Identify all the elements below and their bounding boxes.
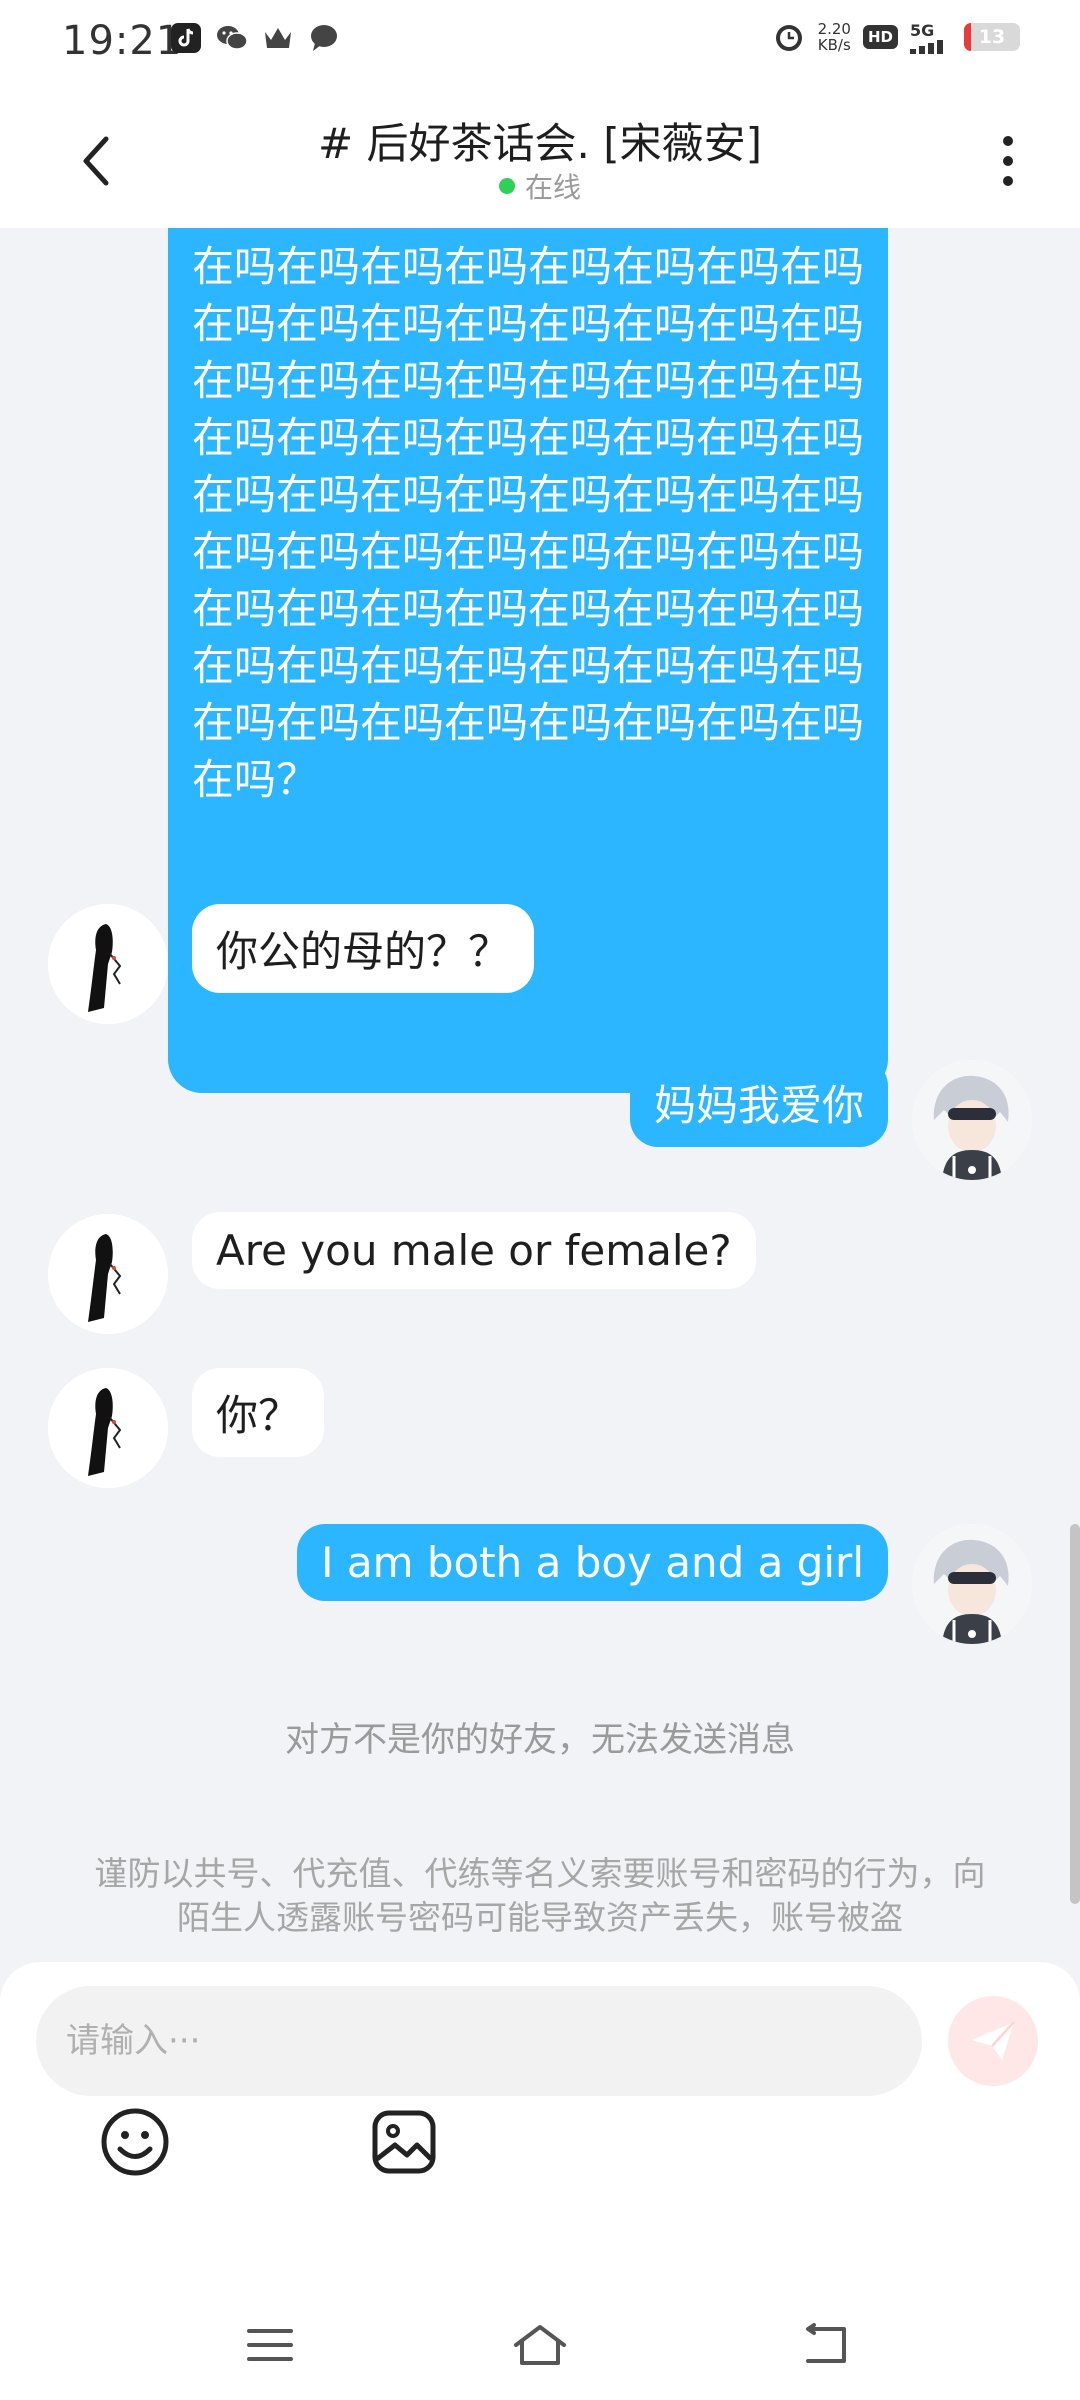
network-type: 5G xyxy=(910,20,935,40)
more-options-button[interactable] xyxy=(988,126,1028,196)
online-status: 在线 xyxy=(0,166,1080,206)
message-bubble-incoming[interactable]: 你？ xyxy=(192,1368,325,1457)
more-dot xyxy=(1003,176,1013,186)
network-speed: 2.20 KB/s xyxy=(818,21,851,53)
message-bubble-outgoing[interactable]: 妈妈我爱你 xyxy=(629,1058,888,1147)
network-speed-value: 2.20 xyxy=(817,20,851,38)
chat-title: # 后好茶话会. [宋薇安] xyxy=(317,119,762,168)
message-input[interactable] xyxy=(36,1986,922,2096)
chat-bubble-icon xyxy=(308,22,340,54)
alarm-icon xyxy=(775,25,802,51)
message-list[interactable]: 在吗在吗在吗在吗在吗在吗在吗在吗在吗在吗在吗在吗在吗在吗在吗在吗在吗在吗在吗在吗… xyxy=(0,228,1080,1962)
more-dot xyxy=(1003,156,1013,166)
message-bubble-incoming[interactable]: 你公的母的？？ xyxy=(192,904,535,993)
menu-icon xyxy=(247,2329,293,2361)
send-icon xyxy=(972,2021,1015,2060)
emoji-button[interactable] xyxy=(95,2102,175,2182)
crown-icon xyxy=(262,22,294,54)
input-panel xyxy=(0,1962,1080,2400)
notification-icons xyxy=(170,22,340,54)
tiktok-icon xyxy=(170,22,202,54)
battery-level: 13 xyxy=(978,26,1006,48)
image-button[interactable] xyxy=(364,2102,444,2182)
send-button[interactable] xyxy=(948,1996,1038,2086)
wechat-icon xyxy=(216,22,248,54)
security-warning: 谨防以共号、代充值、代练等名义索要账号和密码的行为，向陌生人透露账号密码可能导致… xyxy=(94,1854,986,1937)
user-avatar[interactable] xyxy=(912,1060,1032,1180)
battery-fill xyxy=(964,23,972,51)
hd-badge: HD xyxy=(862,25,898,49)
message-bubble-outgoing[interactable]: I am both a boy and a girl xyxy=(297,1524,888,1601)
smiley-icon xyxy=(101,2108,169,2176)
status-time: 19:21 xyxy=(62,18,183,64)
signal-bars-icon xyxy=(910,39,943,54)
contact-avatar[interactable] xyxy=(48,1368,168,1488)
contact-avatar[interactable] xyxy=(48,1214,168,1334)
home-button[interactable] xyxy=(505,2310,575,2380)
battery-indicator: 13 xyxy=(964,23,1020,51)
system-nav-bar xyxy=(0,2290,1080,2400)
home-icon xyxy=(514,2325,566,2365)
user-avatar[interactable] xyxy=(912,1524,1032,1644)
scrollbar[interactable] xyxy=(1070,1524,1080,1904)
recent-apps-button[interactable] xyxy=(235,2310,305,2380)
return-icon xyxy=(806,2323,846,2363)
back-nav-button[interactable] xyxy=(790,2310,860,2380)
not-friend-notice: 对方不是你的好友，无法发送消息 xyxy=(285,1720,795,1760)
online-status-label: 在线 xyxy=(524,171,581,204)
status-bar: 19:21 2.20 KB/s HD 5G 13 xyxy=(0,0,1080,86)
more-dot xyxy=(1003,136,1013,146)
network-speed-unit: KB/s xyxy=(817,36,851,54)
signal-indicator: 5G xyxy=(910,21,952,54)
chat-header: # 后好茶话会. [宋薇安] 在线 xyxy=(0,86,1080,228)
status-indicators: 2.20 KB/s HD 5G 13 xyxy=(772,20,1020,54)
online-dot-icon xyxy=(498,178,515,194)
message-bubble-incoming[interactable]: Are you male or female? xyxy=(192,1212,756,1289)
image-icon xyxy=(372,2110,436,2174)
contact-avatar[interactable] xyxy=(48,904,168,1024)
